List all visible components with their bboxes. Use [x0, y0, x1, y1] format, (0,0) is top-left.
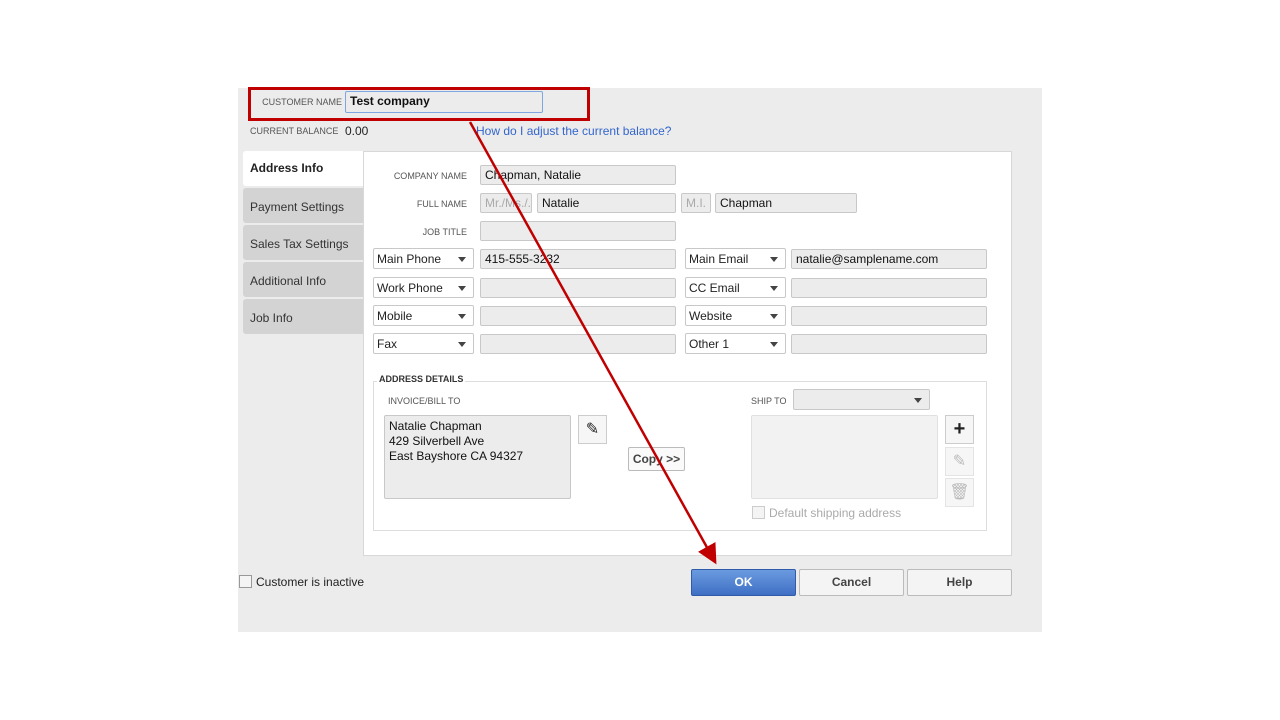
annotation-arrow [468, 121, 717, 565]
